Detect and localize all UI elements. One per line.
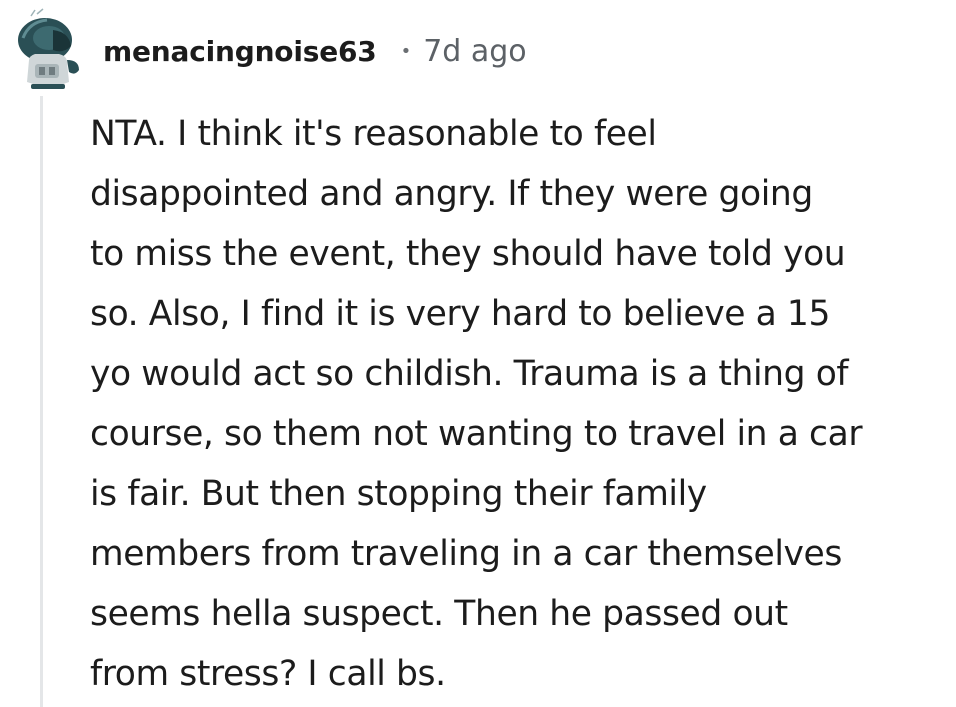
comment-text-line: seems hella suspect. Then he passed out	[90, 594, 788, 634]
comment-text-line: yo would act so childish. Trauma is a th…	[90, 354, 849, 394]
thread-line[interactable]	[40, 96, 43, 707]
comment-text-line: from stress? I call bs.	[90, 654, 446, 694]
comment-text-line: disappointed and angry. If they were goi…	[90, 174, 813, 214]
timestamp[interactable]: 7d ago	[423, 34, 526, 69]
username-link[interactable]: menacingnoise63	[103, 35, 377, 68]
snoo-avatar-icon	[18, 8, 79, 89]
comment-text-line: so. Also, I find it is very hard to beli…	[90, 294, 831, 334]
comment-text-line: to miss the event, they should have told…	[90, 234, 846, 274]
comment-text-line: NTA. I think it's reasonable to feel	[90, 114, 657, 154]
comment-card: menacingnoise63 • 7d ago NTA. I think it…	[0, 0, 956, 707]
comment-text-line: is fair. But then stopping their family	[90, 474, 707, 514]
comment-body: NTA. I think it's reasonable to feel dis…	[90, 104, 940, 704]
comment-header: menacingnoise63 • 7d ago	[103, 28, 527, 74]
comment-text-line: members from traveling in a car themselv…	[90, 534, 842, 574]
user-avatar[interactable]	[9, 8, 87, 92]
comment-text-line: course, so them not wanting to travel in…	[90, 414, 863, 454]
meta-separator: •	[400, 40, 412, 62]
